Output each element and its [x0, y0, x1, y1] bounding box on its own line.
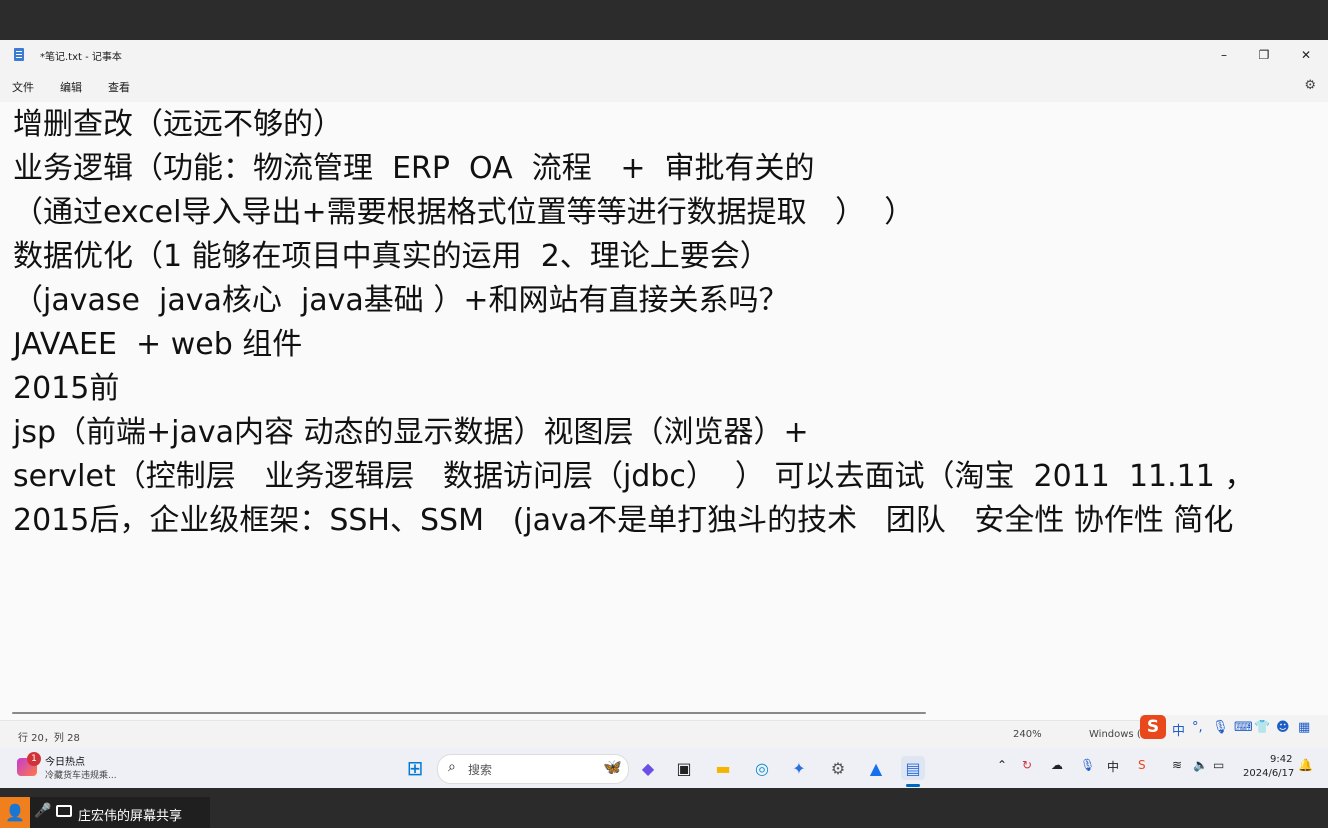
notification-icon[interactable]: 🔔 — [1298, 758, 1313, 772]
user-icon[interactable]: 👤 — [0, 797, 30, 828]
text-line: 业务逻辑（功能：物流管理 ERP OA 流程 + 审批有关的 — [13, 151, 815, 186]
app-icon[interactable]: ✦ — [787, 756, 811, 780]
battery-icon[interactable]: ▭ — [1213, 758, 1224, 772]
cloud-icon[interactable]: ☁ — [1051, 758, 1063, 772]
sogou-icon[interactable]: S — [1140, 715, 1166, 739]
horizontal-scrollbar[interactable] — [12, 712, 926, 714]
text-line: 数据优化（1 能够在项目中真实的运用 2、理论上要会） — [13, 239, 770, 274]
title-bar: *笔记.txt - 记事本 – ❐ ✕ — [0, 40, 1328, 70]
text-line: JAVAEE + web 组件 — [13, 327, 303, 362]
emoji-icon[interactable]: ☻ — [1276, 720, 1290, 735]
menu-file[interactable]: 文件 — [12, 79, 34, 95]
taskbar-search[interactable]: ⌕ 搜索 🦋 — [437, 754, 629, 784]
gear-icon[interactable]: ⚙ — [1304, 78, 1316, 93]
window-title: *笔记.txt - 记事本 — [40, 52, 122, 63]
text-line: servlet（控制层 业务逻辑层 数据访问层（jdbc） ） 可以去面试（淘宝… — [13, 459, 1255, 494]
screen-share-icon[interactable] — [56, 805, 72, 817]
ime-punct[interactable]: °, — [1192, 720, 1203, 735]
mic-tray-icon[interactable]: 🎙 — [1080, 758, 1095, 772]
screen-share-bar[interactable]: 👤 🎤 庄宏伟的屏幕共享 — [0, 797, 210, 828]
mic-icon[interactable]: 🎙 — [1212, 720, 1229, 735]
text-line: 增删查改（远远不够的） — [13, 107, 343, 142]
chevron-up-icon[interactable]: ⌃ — [997, 758, 1007, 772]
volume-icon[interactable]: 🔈 — [1193, 758, 1208, 772]
menu-view[interactable]: 查看 — [108, 79, 130, 95]
news-badge: 1 — [27, 752, 41, 766]
keyboard-icon[interactable]: ⌨ — [1234, 720, 1253, 735]
settings-app-icon[interactable]: ⚙ — [826, 756, 850, 780]
toolbox-icon[interactable]: ▦ — [1298, 720, 1310, 735]
clock-date[interactable]: 2024/6/17 — [1243, 768, 1294, 779]
text-line: 2015前 — [13, 371, 120, 406]
text-line: （javase java核心 java基础 ）+和网站有直接关系吗？ — [13, 283, 789, 318]
windows-start-icon[interactable]: ⊞ — [403, 756, 427, 780]
microphone-icon[interactable]: 🎤 — [34, 803, 51, 819]
ime-toolbar[interactable]: S 中 °, 🎙 ⌨ 👕 ☻ ▦ — [1140, 715, 1328, 743]
notepad-window: *笔记.txt - 记事本 – ❐ ✕ 文件 编辑 查看 ⚙ 增删查改（远远不够… — [0, 40, 1328, 749]
ime-mode[interactable]: 中 — [1172, 720, 1185, 739]
text-editor[interactable]: 增删查改（远远不够的） 业务逻辑（功能：物流管理 ERP OA 流程 + 审批有… — [0, 102, 1328, 712]
edge-icon[interactable]: ◎ — [750, 756, 774, 780]
line-ending: Windows (C — [1089, 729, 1148, 740]
status-bar: 行 20，列 28 240% Windows (C — [0, 720, 1328, 749]
copilot-icon[interactable]: ◆ — [636, 756, 660, 780]
menu-bar: 文件 编辑 查看 — [0, 70, 1328, 102]
notepad-icon — [14, 48, 24, 61]
butterfly-icon: 🦋 — [603, 758, 622, 776]
minimize-button[interactable]: – — [1204, 40, 1244, 70]
text-line: 2015后，企业级框架：SSH、SSM (java不是单打独斗的技术 团队 安全… — [13, 503, 1234, 538]
sogou-tray-icon[interactable]: S — [1138, 758, 1146, 772]
news-subtitle[interactable]: 冷藏货车违规乘... — [45, 768, 117, 781]
cursor-position: 行 20，列 28 — [18, 733, 80, 744]
search-icon: ⌕ — [448, 759, 456, 775]
clock-time[interactable]: 9:42 — [1270, 754, 1292, 765]
text-line: jsp（前端+java内容 动态的显示数据）视图层（浏览器）+ — [13, 415, 809, 450]
ime-tray-icon[interactable]: 中 — [1107, 758, 1119, 775]
zoom-level: 240% — [1013, 729, 1042, 740]
taskbar — [0, 748, 1328, 788]
task-view-icon[interactable]: ▣ — [672, 756, 696, 780]
notepad-taskbar-icon[interactable]: ▤ — [901, 756, 925, 780]
active-indicator — [906, 784, 920, 787]
close-button[interactable]: ✕ — [1286, 40, 1326, 70]
file-explorer-icon[interactable]: ▬ — [711, 756, 735, 780]
search-placeholder: 搜索 — [468, 763, 493, 777]
maximize-button[interactable]: ❐ — [1244, 40, 1284, 70]
photos-icon[interactable]: ▲ — [864, 756, 888, 780]
menu-edit[interactable]: 编辑 — [60, 79, 82, 95]
skin-icon[interactable]: 👕 — [1254, 720, 1270, 735]
sync-icon[interactable]: ↻ — [1022, 758, 1032, 772]
news-title[interactable]: 今日热点 — [45, 753, 85, 768]
text-line: （通过excel导入导出+需要根据格式位置等等进行数据提取 ） ） — [13, 195, 915, 230]
top-dark-bar — [0, 0, 1328, 40]
screen-share-label: 庄宏伟的屏幕共享 — [78, 809, 183, 824]
wifi-icon[interactable]: ≋ — [1172, 758, 1182, 772]
